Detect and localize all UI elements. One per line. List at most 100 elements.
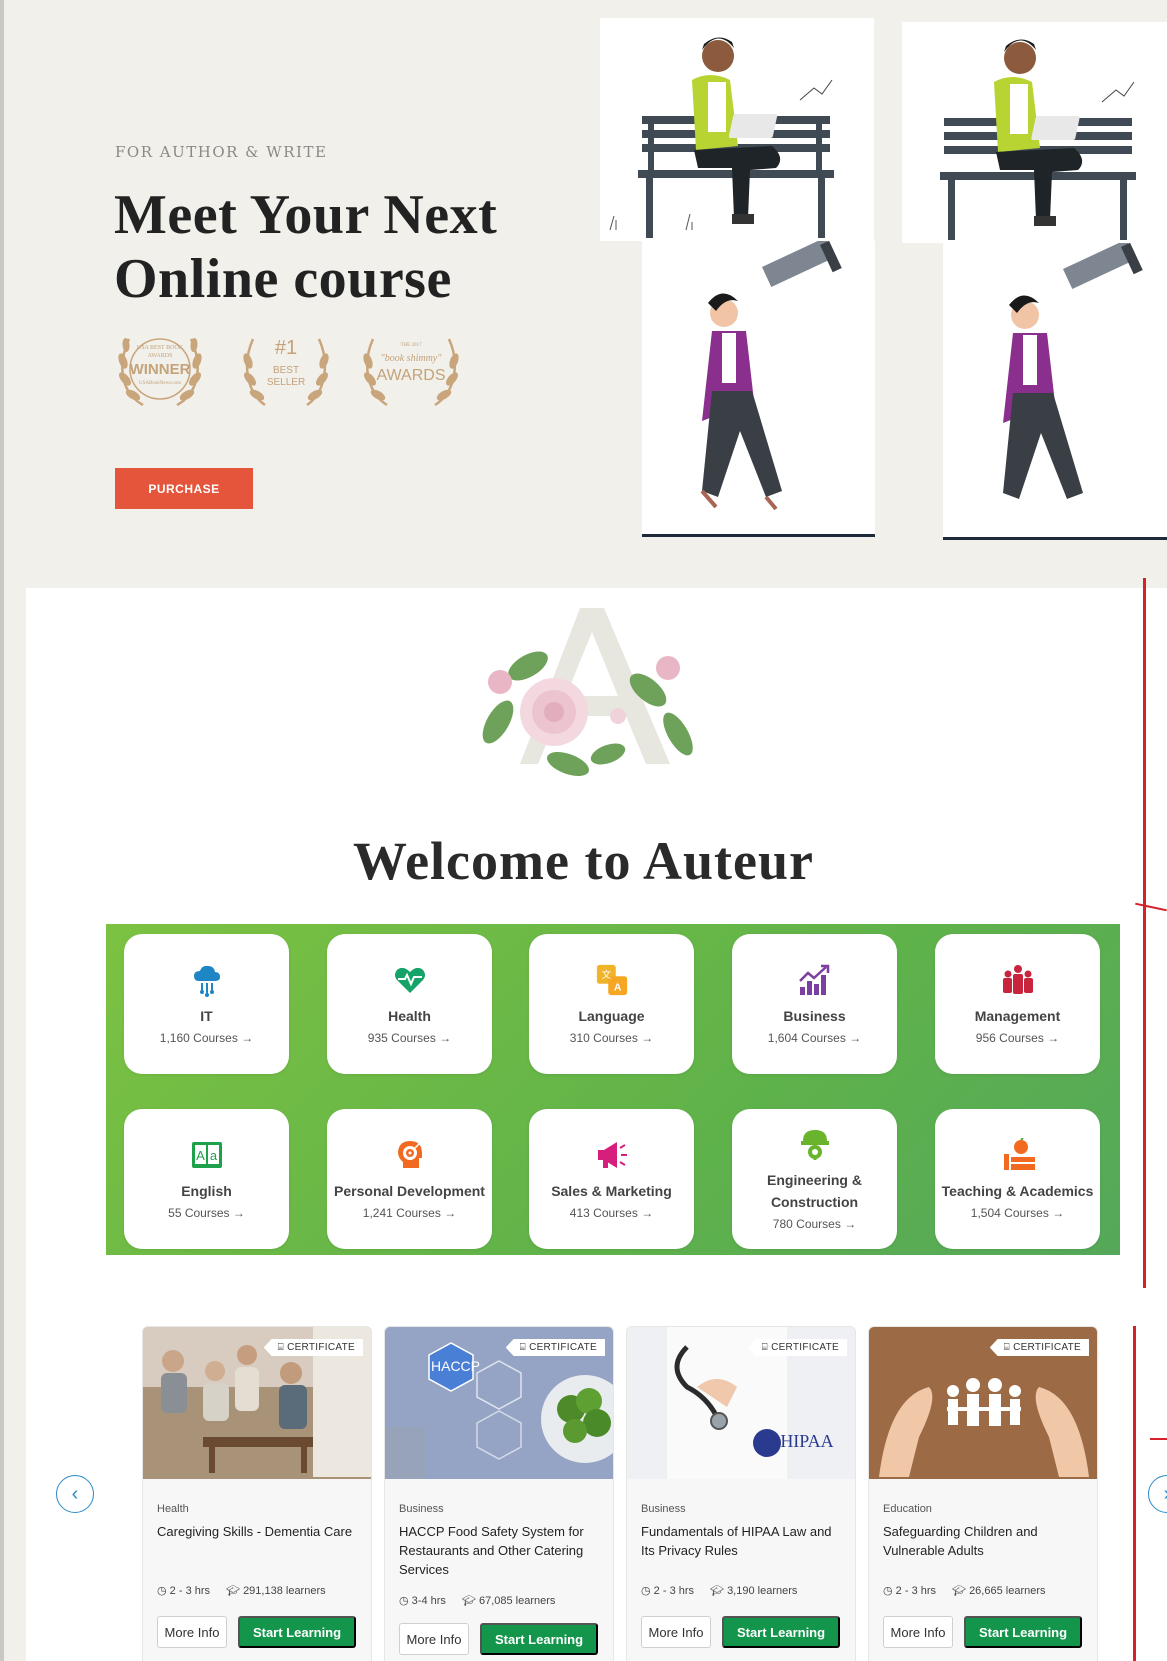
graduation-cap-icon: 🎓︎ — [226, 1585, 240, 1597]
course-meta: ◷ 3-4 hrs 🎓︎ 67,085 learners — [399, 1594, 555, 1607]
course-category: Business — [641, 1503, 686, 1515]
clock-icon: ◷ — [157, 1585, 167, 1597]
award-2-line1: #1 — [274, 337, 298, 359]
arrow-right-icon: → — [444, 1206, 457, 1220]
course-meta: ◷ 2 - 3 hrs 🎓︎ 26,665 learners — [883, 1584, 1046, 1597]
course-meta: ◷ 2 - 3 hrs 🎓︎ 3,190 learners — [641, 1584, 797, 1597]
category-count: 310 Courses → — [569, 1031, 654, 1045]
woman-telescope-illustration — [1003, 243, 1143, 499]
illustration-man-on-bench — [600, 18, 874, 241]
start-learning-button[interactable]: Start Learning — [480, 1623, 598, 1655]
target-head-icon — [393, 1138, 427, 1172]
category-card-health[interactable]: Health 935 Courses → — [327, 934, 492, 1074]
category-name: IT — [200, 1008, 213, 1024]
floral-monogram-icon — [482, 608, 693, 777]
category-card-language[interactable]: A文 Language 310 Courses → — [529, 934, 694, 1074]
category-card-management[interactable]: Management 956 Courses → — [935, 934, 1100, 1074]
category-count: 956 Courses → — [975, 1031, 1060, 1045]
category-name: Language — [578, 1008, 645, 1024]
category-card-sales-marketing[interactable]: Sales & Marketing 413 Courses → — [529, 1109, 694, 1249]
course-image: HACCP ⌸ CERTIFICATE — [385, 1327, 613, 1479]
hard-hat-gear-icon — [798, 1127, 832, 1161]
annotation-red-line — [1133, 1326, 1136, 1661]
clock-icon: ◷ — [883, 1585, 893, 1597]
certificate-badge: ⌸ CERTIFICATE — [505, 1339, 605, 1356]
hero-section: FOR AUTHOR & WRITE Meet Your Next Online… — [0, 0, 1167, 578]
course-title: Safeguarding Children and Vulnerable Adu… — [883, 1524, 1038, 1558]
carousel-prev-button[interactable]: ‹ — [56, 1475, 94, 1513]
category-card-teaching[interactable]: Teaching & Academics 1,504 Courses → — [935, 1109, 1100, 1249]
cloud-network-icon — [190, 963, 224, 997]
category-card-english[interactable]: Aa English 55 Courses → — [124, 1109, 289, 1249]
alphabet-book-icon: Aa — [190, 1138, 224, 1172]
category-count: 780 Courses → — [772, 1217, 857, 1231]
learners: 🎓︎ 291,138 learners — [226, 1585, 326, 1597]
start-learning-button[interactable]: Start Learning — [722, 1616, 840, 1648]
award-3-line2: "book shimmy" — [380, 353, 442, 364]
category-count: 935 Courses → — [367, 1031, 452, 1045]
arrow-right-icon: → — [241, 1031, 254, 1045]
certificate-badge: ⌸ CERTIFICATE — [747, 1339, 847, 1356]
arrow-right-icon: → — [849, 1031, 862, 1045]
megaphone-icon — [595, 1138, 629, 1172]
start-learning-button[interactable]: Start Learning — [964, 1616, 1082, 1648]
course-title: Fundamentals of HIPAA Law and Its Privac… — [641, 1524, 832, 1558]
award-3-line1: THE 2017 — [400, 343, 422, 348]
category-card-it[interactable]: IT 1,160 Courses → — [124, 934, 289, 1074]
heart-pulse-icon — [393, 963, 427, 997]
category-name: English — [181, 1183, 232, 1199]
category-card-engineering[interactable]: Engineering & Construction 780 Courses → — [732, 1109, 897, 1249]
illustration-woman-telescope — [943, 243, 1167, 540]
duration: ◷ 2 - 3 hrs — [883, 1585, 937, 1597]
category-count: 55 Courses → — [168, 1206, 245, 1220]
purchase-button[interactable]: PURCHASE — [115, 468, 253, 509]
category-count: 413 Courses → — [569, 1206, 654, 1220]
course-image: ⌸ CERTIFICATE — [869, 1327, 1097, 1479]
growth-chart-icon — [798, 963, 832, 997]
more-info-button[interactable]: More Info — [883, 1616, 953, 1648]
man-on-bench-illustration — [609, 37, 834, 238]
floral-monogram — [458, 604, 738, 804]
hero-eyebrow: FOR AUTHOR & WRITE — [115, 143, 328, 161]
hero-title: Meet Your Next Online course — [114, 183, 497, 311]
more-info-button[interactable]: More Info — [641, 1616, 711, 1648]
more-info-button[interactable]: More Info — [157, 1616, 227, 1648]
welcome-title: Welcome to Auteur — [353, 831, 814, 891]
award-2-line3: SELLER — [266, 377, 306, 388]
category-panel: IT 1,160 Courses → Health 935 Courses → … — [106, 924, 1120, 1255]
category-card-business[interactable]: Business 1,604 Courses → — [732, 934, 897, 1074]
hero-title-line1: Meet Your Next — [114, 184, 498, 246]
category-count: 1,504 Courses → — [970, 1206, 1065, 1220]
learners: 🎓︎ 3,190 learners — [710, 1585, 798, 1597]
course-category: Health — [157, 1503, 189, 1515]
svg-text:A: A — [196, 1148, 205, 1163]
course-image: ⌸ CERTIFICATE — [143, 1327, 371, 1479]
more-info-button[interactable]: More Info — [399, 1623, 469, 1655]
award-2-line2: BEST — [272, 365, 300, 376]
svg-text:A: A — [613, 982, 621, 993]
svg-text:a: a — [209, 1148, 217, 1163]
course-card[interactable]: ⌸ CERTIFICATE Health Caregiving Skills -… — [142, 1326, 372, 1661]
category-name: Teaching & Academics — [941, 1183, 1094, 1199]
annotation-red-line — [1143, 578, 1146, 1288]
category-name: Business — [783, 1008, 846, 1024]
chevron-right-icon: › — [1164, 1483, 1167, 1506]
course-card[interactable]: ⌸ CERTIFICATE Education Safeguarding Chi… — [868, 1326, 1098, 1661]
chevron-left-icon: ‹ — [71, 1482, 79, 1505]
category-count: 1,160 Courses → — [159, 1031, 254, 1045]
award-1-line1: USA BEST BOOK — [136, 345, 184, 351]
award-1-line2: AWARDS — [147, 353, 173, 359]
award-3-line3: AWARDS — [376, 367, 446, 384]
course-card[interactable]: HACCP ⌸ CERTIFICATE Business HACCP Food … — [384, 1326, 614, 1661]
course-category: Business — [399, 1503, 444, 1515]
translate-icon: A文 — [595, 963, 629, 997]
woman-telescope-illustration — [700, 241, 842, 511]
svg-text:文: 文 — [601, 969, 611, 981]
start-learning-button[interactable]: Start Learning — [238, 1616, 356, 1648]
graduation-cap-icon: 🎓︎ — [952, 1585, 966, 1597]
man-on-bench-illustration — [940, 39, 1136, 240]
category-count: 1,241 Courses → — [362, 1206, 457, 1220]
category-card-personal-development[interactable]: Personal Development 1,241 Courses → — [327, 1109, 492, 1249]
course-card[interactable]: HIPAA ⌸ CERTIFICATE Business Fundamental… — [626, 1326, 856, 1661]
arrow-right-icon: → — [439, 1031, 452, 1045]
